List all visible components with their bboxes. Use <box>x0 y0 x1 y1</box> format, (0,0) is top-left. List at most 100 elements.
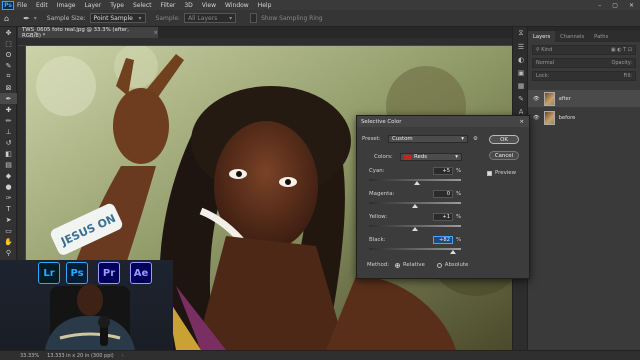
gradient-tool-icon[interactable]: ▤ <box>0 159 17 170</box>
type-tool-icon[interactable]: T <box>0 203 17 214</box>
preset-select[interactable]: Custom ▾ <box>388 135 468 143</box>
layer-thumbnail <box>543 91 555 106</box>
relative-label: Relative <box>403 262 425 268</box>
history-panel-icon[interactable]: ⧖ <box>513 27 529 40</box>
move-tool-icon[interactable]: ✥ <box>0 27 17 38</box>
absolute-radio[interactable] <box>436 262 442 268</box>
method-label: Method: <box>367 262 390 268</box>
menu-edit[interactable]: Edit <box>36 2 48 9</box>
filter-kind-select[interactable]: ⚲ Kind ▣ ◐ T ⊡ <box>532 45 636 55</box>
dialog-titlebar[interactable]: Selective Color × <box>357 116 529 127</box>
menu-3d[interactable]: 3D <box>184 2 192 9</box>
tab-layers[interactable]: Layers <box>528 31 556 42</box>
menu-filter[interactable]: Filter <box>161 2 176 9</box>
close-window-button[interactable]: ✕ <box>629 2 634 9</box>
quick-select-tool-icon[interactable]: ✎ <box>0 60 17 71</box>
properties-panel-icon[interactable]: ☰ <box>513 40 529 53</box>
sample-select[interactable]: All Layers ▾ <box>184 13 237 23</box>
slider-thumb[interactable] <box>414 181 421 185</box>
percent-unit-label: % <box>456 237 462 243</box>
close-icon[interactable]: × <box>519 119 524 125</box>
maximize-button[interactable]: ▢ <box>612 2 618 9</box>
chevron-down-icon: ▾ <box>461 136 464 142</box>
layer-after[interactable]: 👁 after <box>528 90 640 107</box>
close-tab-icon[interactable]: × <box>153 30 158 36</box>
menu-file[interactable]: File <box>17 2 27 9</box>
menu-help[interactable]: Help <box>258 2 272 9</box>
horizontal-ruler <box>18 38 512 46</box>
layers-panel-tabs: Layers Channels Paths <box>528 31 640 42</box>
colors-select[interactable]: Reds ▾ <box>400 153 462 161</box>
preview-row: Preview <box>487 170 516 176</box>
show-sampling-ring-checkbox[interactable] <box>250 13 258 23</box>
layer-before[interactable]: 👁 before <box>528 109 640 126</box>
slider-value-input[interactable]: +1 <box>433 213 453 221</box>
eraser-tool-icon[interactable]: ◧ <box>0 148 17 159</box>
preset-row: Preset: Custom ▾ ⚙ <box>362 135 478 143</box>
tab-paths[interactable]: Paths <box>589 31 613 42</box>
zoom-tool-icon[interactable]: ⚲ <box>0 247 17 258</box>
menu-image[interactable]: Image <box>57 2 76 9</box>
brush-tool-icon[interactable]: ✏ <box>0 115 17 126</box>
home-icon[interactable]: ⌂ <box>4 14 9 23</box>
menu-view[interactable]: View <box>202 2 216 9</box>
eyedropper-tool-button[interactable]: ✒ <box>0 93 17 104</box>
slider-label: Black: <box>369 237 386 243</box>
preview-checkbox[interactable] <box>487 170 492 176</box>
document-dimensions: 13.333 in x 20 in (300 ppi) <box>47 352 114 359</box>
sample-size-select[interactable]: Point Sample ▾ <box>89 13 146 23</box>
menu-layer[interactable]: Layer <box>84 2 101 9</box>
blur-tool-icon[interactable]: ◆ <box>0 170 17 181</box>
cancel-button[interactable]: Cancel <box>489 151 519 160</box>
relative-radio[interactable] <box>395 262 401 268</box>
blend-mode-select[interactable]: Normal <box>536 60 554 66</box>
layer-name: before <box>558 114 576 121</box>
clone-stamp-icon[interactable]: ⊥ <box>0 126 17 137</box>
slider-thumb[interactable] <box>449 250 456 254</box>
slider-value-input[interactable]: 0 <box>433 190 453 198</box>
rectangle-tool-icon[interactable]: ▭ <box>0 225 17 236</box>
libraries-panel-icon[interactable]: ▣ <box>513 66 529 79</box>
pen-tool-icon[interactable]: ✑ <box>0 192 17 203</box>
eye-icon[interactable]: 👁 <box>533 115 540 121</box>
history-brush-icon[interactable]: ↺ <box>0 137 17 148</box>
crop-tool-icon[interactable]: ⌗ <box>0 71 17 82</box>
slider-thumb[interactable] <box>412 227 419 231</box>
slider-value-input[interactable]: +5 <box>433 167 453 175</box>
path-select-icon[interactable]: ➤ <box>0 214 17 225</box>
swatches-panel-icon[interactable]: ▦ <box>513 79 529 92</box>
minimize-button[interactable]: – <box>598 2 601 9</box>
lock-label: Lock: <box>536 73 550 79</box>
tab-channels[interactable]: Channels <box>555 31 589 42</box>
percent-unit-label: % <box>456 214 462 220</box>
healing-brush-icon[interactable]: ✚ <box>0 104 17 115</box>
tool-preset-dropdown[interactable]: ▾ <box>34 15 37 22</box>
document-tab-title: TWS_0605 foto real.jpg @ 33.3% (after, R… <box>22 26 129 39</box>
reds-color-swatch <box>404 154 411 160</box>
dodge-tool-icon[interactable]: ● <box>0 181 17 192</box>
ok-button[interactable]: OK <box>489 135 519 144</box>
percent-unit-label: % <box>456 168 462 174</box>
status-arrow-icon[interactable]: › <box>122 353 124 359</box>
hand-tool-icon[interactable]: ✋ <box>0 236 17 247</box>
document-tab[interactable]: TWS_0605 foto real.jpg @ 33.3% (after, R… <box>18 26 158 39</box>
menu-select[interactable]: Select <box>133 2 152 9</box>
sample-value: All Layers <box>188 14 218 22</box>
slider-thumb[interactable] <box>412 204 418 208</box>
slider-track[interactable] <box>369 248 461 250</box>
slider-value-input[interactable]: +82 <box>433 236 453 244</box>
adjustments-panel-icon[interactable]: ◐ <box>513 53 529 66</box>
frame-tool-icon[interactable]: ⊠ <box>0 82 17 93</box>
zoom-level[interactable]: 33.33% <box>20 353 39 359</box>
preset-gear-icon[interactable]: ⚙ <box>473 136 478 142</box>
lasso-tool-icon[interactable]: ʘ <box>0 49 17 60</box>
eyedropper-tool-icon[interactable]: ✒ <box>23 14 30 23</box>
menu-type[interactable]: Type <box>110 2 124 9</box>
colors-label: Colors: <box>374 154 393 160</box>
menu-window[interactable]: Window <box>225 2 249 9</box>
brush-panel-icon[interactable]: ✎ <box>513 92 529 105</box>
marquee-tool-icon[interactable]: ⬚ <box>0 38 17 49</box>
colors-value: Reds <box>414 154 428 160</box>
layer-name: after <box>558 95 571 102</box>
eye-icon[interactable]: 👁 <box>533 96 540 102</box>
